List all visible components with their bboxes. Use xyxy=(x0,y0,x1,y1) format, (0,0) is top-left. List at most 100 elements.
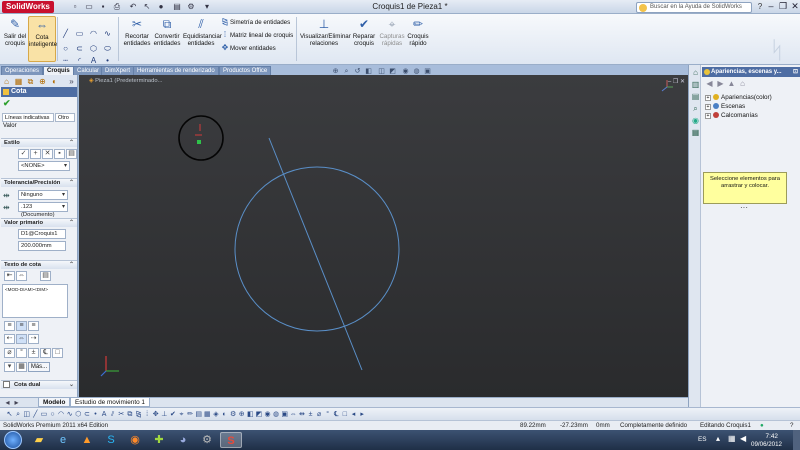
pin-icon[interactable]: ⊡ xyxy=(793,67,798,77)
text-center-icon[interactable]: ⇔ xyxy=(16,271,27,281)
dimension-name-field[interactable]: D1@Croquis1 xyxy=(18,229,66,239)
back-icon[interactable]: ◀ xyxy=(704,78,715,89)
explorer-icon[interactable]: ▰ xyxy=(28,432,50,448)
config-manager-icon[interactable]: ⧉ xyxy=(25,76,36,87)
open-file-icon[interactable]: ▭ xyxy=(84,2,94,12)
tab-motion-study[interactable]: Estudio de movimiento 1 xyxy=(70,398,150,407)
more-button[interactable]: Más... xyxy=(28,362,50,372)
diameter-symbol-icon[interactable]: ⌀ xyxy=(4,348,15,358)
arc-icon[interactable]: ◠ xyxy=(88,28,99,39)
centerline-symbol-icon[interactable]: ℄ xyxy=(40,348,51,358)
expand-icon[interactable]: + xyxy=(705,95,711,101)
apply-style-icon[interactable]: ✓ xyxy=(18,149,29,159)
offset-entities-button[interactable]: ⫽ Equidistanciar entidades xyxy=(183,16,222,62)
tab-croquis[interactable]: Croquis xyxy=(43,66,74,75)
apply-scene-icon[interactable]: ▣ xyxy=(422,66,433,77)
previous-view-icon[interactable]: ↺ xyxy=(352,66,363,77)
leader-center-icon[interactable]: ⇔ xyxy=(16,334,27,344)
language-indicator[interactable]: ES xyxy=(698,436,707,443)
firefox-icon[interactable]: ◉ xyxy=(124,432,146,448)
degree-symbol-icon[interactable]: ° xyxy=(16,348,27,358)
smart-dimension-button[interactable]: ⇔ Cota inteligente xyxy=(28,16,57,62)
convert-entities-button[interactable]: ⧉ Convertir entidades xyxy=(152,16,182,62)
solidworks-logo[interactable]: SolidWorks xyxy=(2,1,54,13)
tab-dimxpert[interactable]: DimXpert xyxy=(101,66,135,75)
file-explorer-icon[interactable]: ▤ xyxy=(690,91,701,102)
display-manager-icon[interactable]: ◐ xyxy=(49,76,60,87)
dimension-text-section-header[interactable]: Texto de cota ⌃ xyxy=(1,260,77,269)
leader-right-icon[interactable]: ⇢ xyxy=(28,334,39,344)
tree-item-appearances[interactable]: + Apariencias(color) xyxy=(705,93,772,102)
tolerance-type-select[interactable]: Ninguno xyxy=(18,190,68,200)
internet-explorer-icon[interactable]: e xyxy=(52,432,74,448)
rebuild-status-icon[interactable]: ● xyxy=(760,421,764,430)
up-icon[interactable]: ▲ xyxy=(726,78,737,89)
close-icon[interactable]: ✕ xyxy=(788,1,800,12)
plus-minus-symbol-icon[interactable]: ± xyxy=(28,348,39,358)
graphics-area[interactable]: ◈ Pieza1 (Predeterminado... – ❐ ✕ xyxy=(79,75,688,397)
tab-productos-office[interactable]: Productos Office xyxy=(219,66,272,75)
search-icon[interactable]: ⌕ xyxy=(690,103,701,114)
help-search-input[interactable]: Buscar en la Ayuda de SolidWorks xyxy=(636,2,752,13)
customize-icon[interactable]: ▾ xyxy=(202,2,212,12)
file-properties-icon[interactable]: ▤ xyxy=(172,2,182,12)
text-justify-icon[interactable]: ⇤ xyxy=(4,271,15,281)
viewport-close-icon[interactable]: ✕ xyxy=(680,79,685,85)
section-view-icon[interactable]: ◧ xyxy=(363,66,374,77)
tab-renderizado[interactable]: Herramientas de renderizado xyxy=(133,66,219,75)
new-file-icon[interactable]: ▫ xyxy=(70,2,80,12)
dual-dimension-checkbox[interactable] xyxy=(3,381,10,388)
viewport-restore-icon[interactable]: ❐ xyxy=(673,79,678,85)
start-button-icon[interactable] xyxy=(4,431,22,449)
tab-modelo[interactable]: Modelo xyxy=(38,398,71,407)
trim-entities-button[interactable]: ✂ Recortar entidades xyxy=(122,16,152,62)
show-desktop-button[interactable] xyxy=(793,430,800,450)
undo-icon[interactable]: ↶ xyxy=(128,2,138,12)
spline-icon[interactable]: ∿ xyxy=(102,28,113,39)
forward-icon[interactable]: ▶ xyxy=(715,78,726,89)
tab-other[interactable]: Otro xyxy=(55,113,75,122)
leader-left-icon[interactable]: ⇠ xyxy=(4,334,15,344)
print-icon[interactable]: ⎙ xyxy=(112,2,122,12)
symbol-library-icon[interactable]: ▦ xyxy=(16,362,27,372)
clock-time[interactable]: 7:42 xyxy=(766,433,778,440)
rebuild-icon[interactable]: ● xyxy=(156,2,166,12)
exit-sketch-button[interactable]: ✎ Salir del croquis xyxy=(3,16,27,62)
line-icon[interactable]: ╱ xyxy=(60,28,71,39)
save-icon[interactable]: ▪ xyxy=(98,2,108,12)
primary-value-section-header[interactable]: Valor primario ⌃ xyxy=(1,218,77,227)
sketch-circle[interactable] xyxy=(234,166,400,332)
feature-breadcrumb[interactable]: ◈ Pieza1 (Predeterminado... xyxy=(89,78,162,84)
move-entities-button[interactable]: ✥ Mover entidades xyxy=(220,42,276,53)
viewport-minimize-icon[interactable]: – xyxy=(668,79,671,85)
tab-leader-lines[interactable]: Líneas indicativas xyxy=(2,113,54,122)
solidworks-resources-icon[interactable]: ⌂ xyxy=(690,67,701,78)
status-help-icon[interactable]: ? xyxy=(790,421,793,430)
more-symbols-icon[interactable]: ▾ xyxy=(4,362,15,372)
sketch-canvas[interactable] xyxy=(79,75,688,397)
tools-icon[interactable]: ⚙ xyxy=(196,432,218,448)
network-icon[interactable]: ▦ xyxy=(728,434,736,443)
add-style-icon[interactable]: + xyxy=(30,149,41,159)
pane-splitter-icon[interactable]: ··· xyxy=(740,204,750,212)
delete-style-icon[interactable]: ✕ xyxy=(42,149,53,159)
home-icon[interactable]: ⌂ xyxy=(737,78,748,89)
align-left-icon[interactable]: ≡ xyxy=(4,321,15,331)
clock-date[interactable]: 09/06/2012 xyxy=(751,441,782,448)
polygon-icon[interactable]: ⬡ xyxy=(88,43,99,54)
align-right-icon[interactable]: ≡ xyxy=(28,321,39,331)
tree-item-scenes[interactable]: + Escenas xyxy=(705,102,745,111)
expand-icon[interactable]: » xyxy=(66,76,77,87)
text-format-icon[interactable]: ▤ xyxy=(40,271,51,281)
precision-select[interactable]: .123 (Documento) xyxy=(18,202,68,218)
rectangle-icon[interactable]: ▭ xyxy=(74,28,85,39)
expand-icon[interactable]: + xyxy=(705,113,711,119)
sketch-tool-icon[interactable]: ▸ xyxy=(357,409,368,420)
feature-tree-icon[interactable]: ⌂ xyxy=(1,76,12,87)
options-icon[interactable]: ⚙ xyxy=(186,2,196,12)
ellipse-icon[interactable]: ⬭ xyxy=(102,43,113,54)
circle-icon[interactable]: ○ xyxy=(60,43,71,54)
save-style-icon[interactable]: ▪ xyxy=(54,149,65,159)
ok-check-icon[interactable]: ✔ xyxy=(3,99,11,108)
select-icon[interactable]: ↖ xyxy=(142,2,152,12)
